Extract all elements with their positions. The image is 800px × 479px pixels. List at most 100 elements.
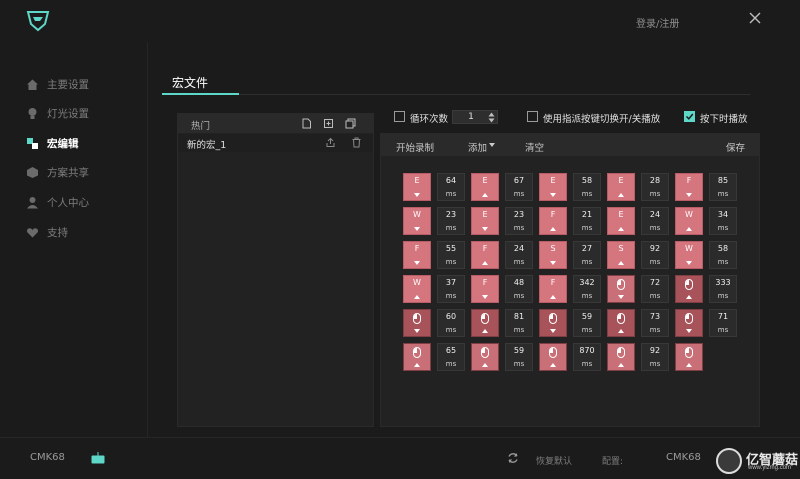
- mouse-click-step[interactable]: [403, 343, 431, 371]
- delay-step[interactable]: 59 ms: [505, 343, 533, 371]
- key-step[interactable]: E: [607, 207, 635, 235]
- delay-step[interactable]: 23 ms: [505, 207, 533, 235]
- delay-value: 23: [513, 210, 525, 219]
- delay-unit: ms: [717, 326, 729, 334]
- toggle-play-checkbox[interactable]: [527, 111, 538, 122]
- sidebar-item-main-settings[interactable]: 主要设置: [26, 75, 141, 93]
- delay-step[interactable]: 24 ms: [505, 241, 533, 269]
- key-step[interactable]: F: [675, 173, 703, 201]
- profile-selector[interactable]: CMK68: [666, 452, 701, 463]
- key-step[interactable]: S: [539, 241, 567, 269]
- key-step[interactable]: F: [403, 241, 431, 269]
- mouse-click-step[interactable]: [403, 309, 431, 337]
- key-step[interactable]: E: [403, 173, 431, 201]
- sidebar-item-lighting[interactable]: 灯光设置: [26, 104, 141, 122]
- clear-button[interactable]: 清空: [525, 140, 544, 154]
- delay-step[interactable]: 92 ms: [641, 241, 669, 269]
- delay-step[interactable]: 58 ms: [709, 241, 737, 269]
- mouse-click-step[interactable]: [539, 309, 567, 337]
- login-register-link[interactable]: 登录/注册: [636, 15, 679, 30]
- key-step[interactable]: E: [607, 173, 635, 201]
- key-down-arrow-icon: [686, 261, 692, 265]
- mouse-click-step[interactable]: [675, 309, 703, 337]
- mouse-click-step[interactable]: [607, 343, 635, 371]
- press-play-checkbox[interactable]: [684, 111, 695, 122]
- delay-step[interactable]: 65 ms: [437, 343, 465, 371]
- stepper-down-icon[interactable]: [488, 118, 495, 123]
- delay-step[interactable]: 34 ms: [709, 207, 737, 235]
- delay-step[interactable]: 342 ms: [573, 275, 601, 303]
- key-step[interactable]: E: [471, 173, 499, 201]
- copy-file-icon[interactable]: [345, 118, 356, 129]
- key-step[interactable]: F: [471, 275, 499, 303]
- delay-step[interactable]: 28 ms: [641, 173, 669, 201]
- key-label: E: [618, 176, 624, 185]
- mouse-icon: [685, 347, 693, 358]
- restore-defaults-button[interactable]: 恢复默认: [536, 454, 572, 467]
- file-list-header-label: 热门: [191, 121, 211, 132]
- save-button[interactable]: 保存: [726, 140, 745, 154]
- mouse-click-step[interactable]: [539, 343, 567, 371]
- delay-step[interactable]: 71 ms: [709, 309, 737, 337]
- delay-step[interactable]: 73 ms: [641, 309, 669, 337]
- import-file-icon[interactable]: [323, 118, 334, 129]
- delay-step[interactable]: 64 ms: [437, 173, 465, 201]
- delay-step[interactable]: 59 ms: [573, 309, 601, 337]
- mouse-click-step[interactable]: [675, 275, 703, 303]
- sidebar-item-profile-share[interactable]: 方案共享: [26, 163, 141, 181]
- delay-step[interactable]: 72 ms: [641, 275, 669, 303]
- sidebar-item-support[interactable]: 支持: [26, 223, 141, 241]
- file-list-item[interactable]: 新的宏_1: [178, 134, 373, 152]
- delay-value: 59: [581, 312, 593, 321]
- delay-step[interactable]: 48 ms: [505, 275, 533, 303]
- delay-step[interactable]: 92 ms: [641, 343, 669, 371]
- add-dropdown-button[interactable]: 添加: [468, 140, 487, 154]
- start-record-button[interactable]: 开始录制: [396, 140, 434, 154]
- delay-step[interactable]: 21 ms: [573, 207, 601, 235]
- refresh-icon[interactable]: [507, 452, 519, 464]
- key-label: F: [482, 244, 488, 253]
- delay-step[interactable]: 37 ms: [437, 275, 465, 303]
- delay-unit: ms: [581, 190, 593, 198]
- key-down-arrow-icon: [686, 193, 692, 197]
- delay-step[interactable]: 27 ms: [573, 241, 601, 269]
- loop-count-stepper[interactable]: 1: [452, 110, 498, 124]
- mouse-click-step[interactable]: [607, 309, 635, 337]
- mouse-click-step[interactable]: [607, 275, 635, 303]
- watermark-mushroom-icon: [716, 448, 742, 474]
- export-icon[interactable]: [325, 137, 336, 148]
- delay-step[interactable]: 81 ms: [505, 309, 533, 337]
- close-icon[interactable]: [748, 11, 762, 25]
- key-step[interactable]: S: [607, 241, 635, 269]
- new-file-icon[interactable]: [301, 118, 312, 129]
- key-step[interactable]: W: [675, 207, 703, 235]
- key-step[interactable]: F: [539, 275, 567, 303]
- keyboard-icon[interactable]: [91, 452, 105, 464]
- mouse-click-step[interactable]: [471, 309, 499, 337]
- stepper-up-icon[interactable]: [488, 112, 495, 117]
- delay-step[interactable]: 58 ms: [573, 173, 601, 201]
- key-step[interactable]: W: [675, 241, 703, 269]
- delay-step[interactable]: 55 ms: [437, 241, 465, 269]
- delay-step[interactable]: 23 ms: [437, 207, 465, 235]
- delay-step[interactable]: 60 ms: [437, 309, 465, 337]
- delay-step[interactable]: 24 ms: [641, 207, 669, 235]
- loop-checkbox[interactable]: [394, 111, 405, 122]
- sidebar-item-macro-editor[interactable]: 宏编辑: [26, 134, 141, 152]
- mouse-click-step[interactable]: [675, 343, 703, 371]
- trash-icon[interactable]: [351, 137, 362, 148]
- delay-step[interactable]: 333 ms: [709, 275, 737, 303]
- key-step[interactable]: W: [403, 275, 431, 303]
- key-step[interactable]: F: [539, 207, 567, 235]
- person-icon: [27, 196, 38, 208]
- chevron-down-icon[interactable]: [489, 143, 495, 147]
- delay-step[interactable]: 67 ms: [505, 173, 533, 201]
- sidebar-item-personal-center[interactable]: 个人中心: [26, 193, 141, 211]
- key-step[interactable]: F: [471, 241, 499, 269]
- mouse-click-step[interactable]: [471, 343, 499, 371]
- key-step[interactable]: E: [539, 173, 567, 201]
- delay-step[interactable]: 85 ms: [709, 173, 737, 201]
- delay-step[interactable]: 870 ms: [573, 343, 601, 371]
- key-step[interactable]: E: [471, 207, 499, 235]
- key-step[interactable]: W: [403, 207, 431, 235]
